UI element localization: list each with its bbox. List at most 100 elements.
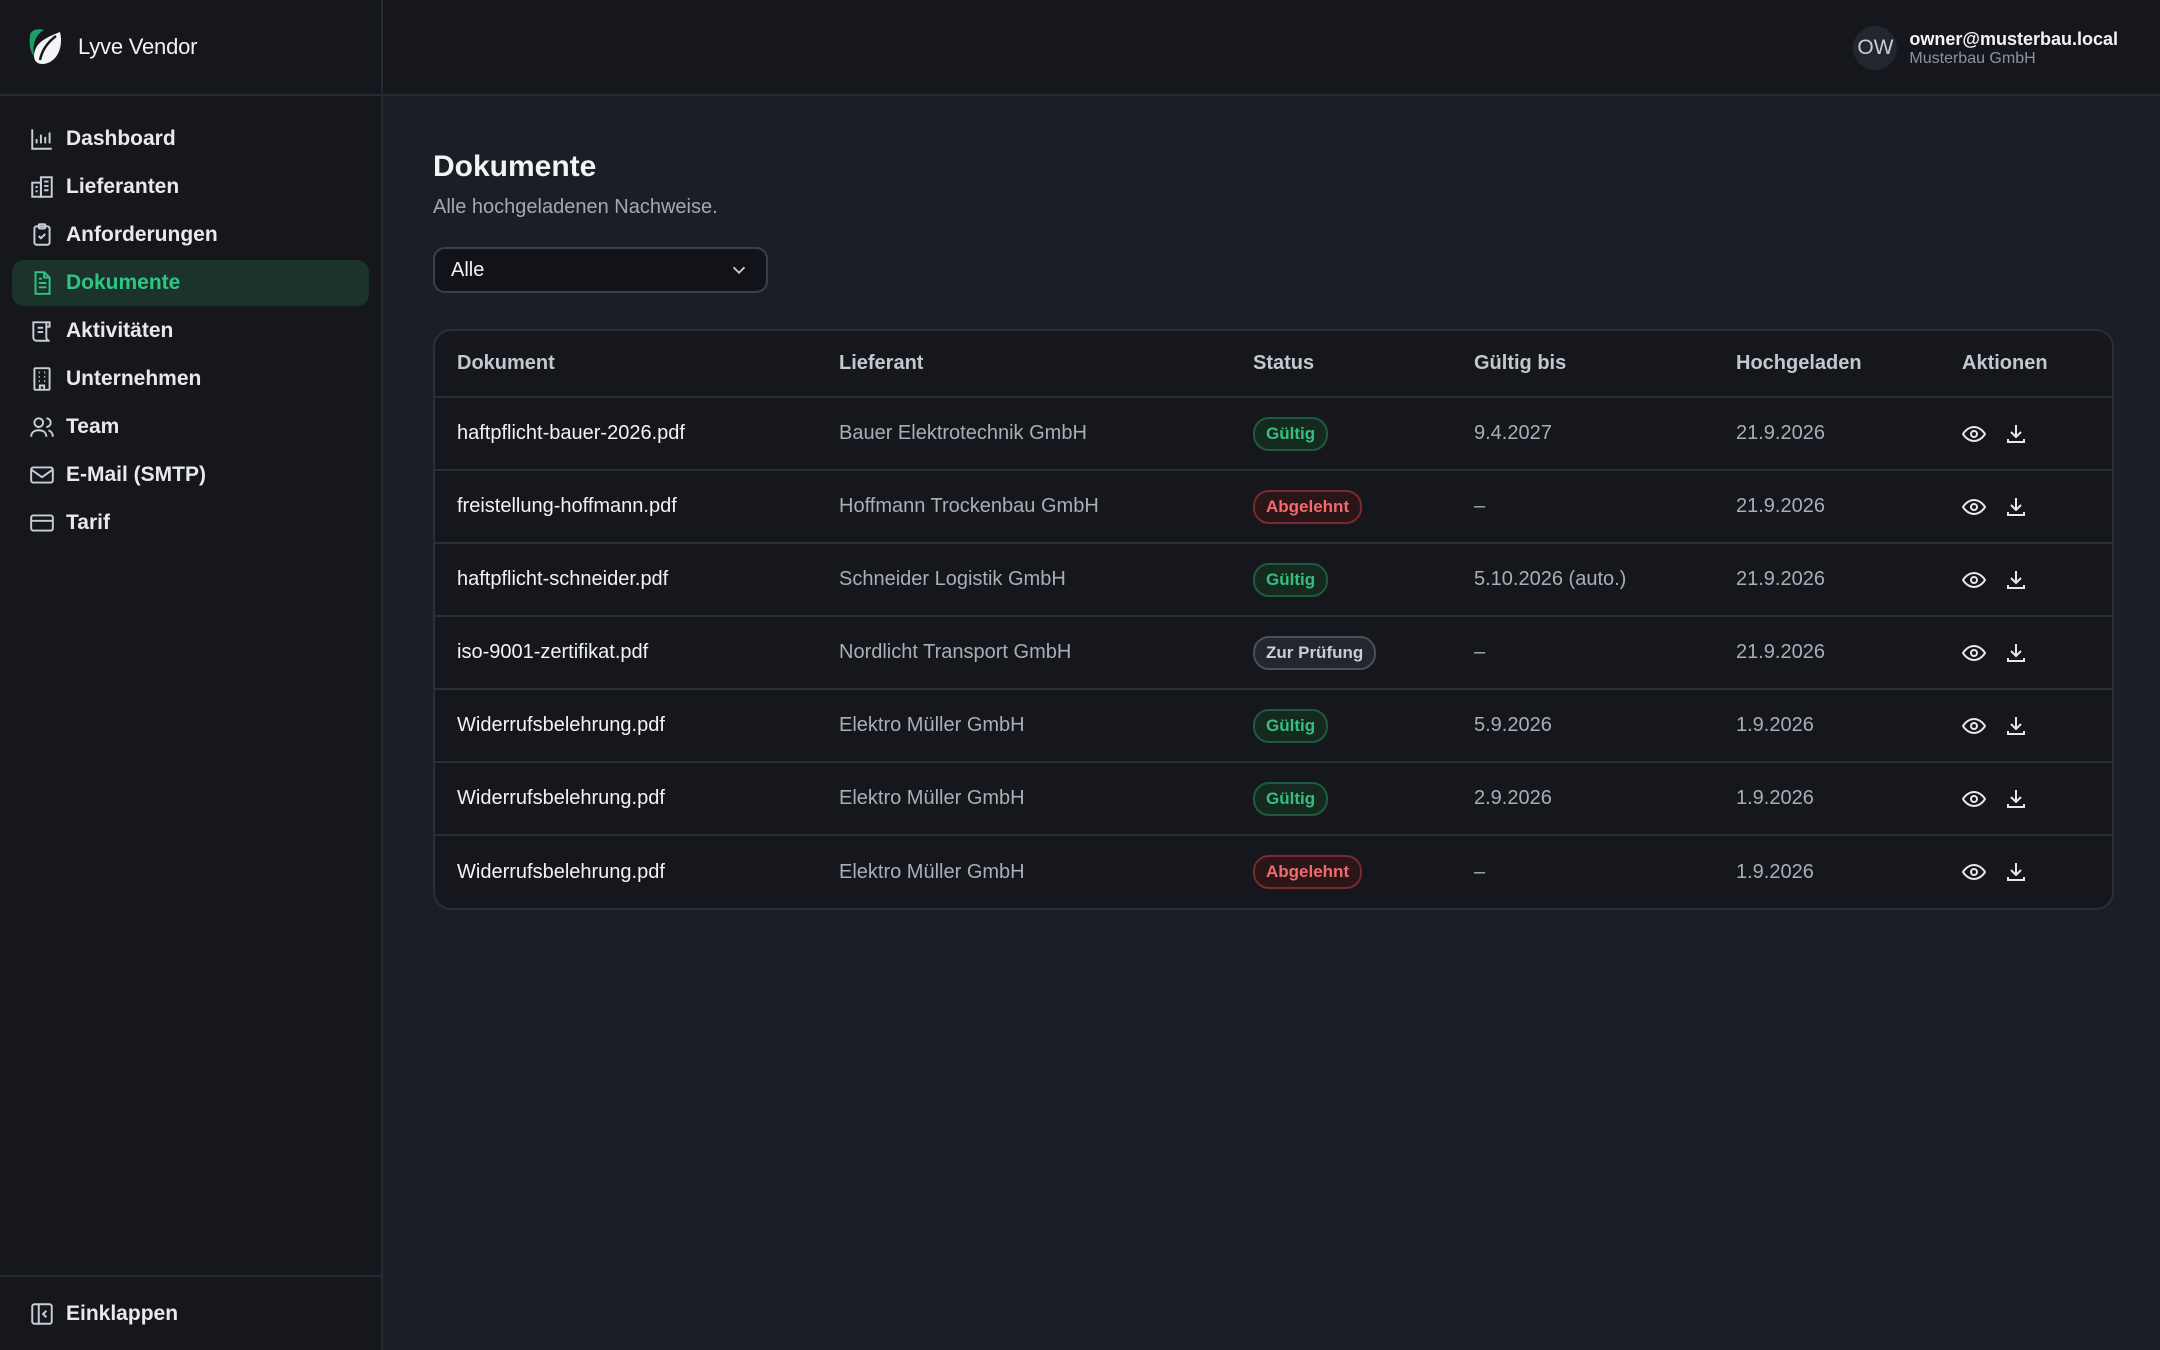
valid-until: –: [1452, 616, 1714, 690]
eye-icon[interactable]: [1962, 495, 1986, 519]
valid-until: –: [1452, 470, 1714, 544]
supplier-name: Elektro Müller GmbH: [839, 860, 1025, 883]
column-header: Hochgeladen: [1714, 331, 1940, 398]
supplier-name: Nordlicht Transport GmbH: [817, 616, 1231, 690]
document-name[interactable]: Widerrufsbelehrung.pdf: [435, 689, 817, 763]
table-row: Widerrufsbelehrung.pdf Elektro Müller Gm…: [435, 835, 2112, 908]
collapse-label: Einklappen: [66, 1301, 179, 1325]
table-row: Widerrufsbelehrung.pdf Elektro Müller Gm…: [435, 762, 2112, 836]
sidebar-item-label: Lieferanten: [66, 175, 180, 198]
uploaded-date: 21.9.2026: [1714, 397, 1940, 471]
actions-cell: [1940, 835, 2112, 908]
valid-until: 5.9.2026: [1452, 689, 1714, 763]
filter-selected-value: Alle: [451, 258, 485, 281]
status-badge: Gültig: [1253, 416, 1329, 451]
supplier-name: Hoffmann Trockenbau GmbH: [817, 470, 1231, 544]
download-icon[interactable]: [2004, 714, 2028, 738]
actions-cell: [1940, 397, 2112, 471]
document-name[interactable]: freistellung-hoffmann.pdf: [435, 470, 817, 544]
sidebar-item-label: E-Mail (SMTP): [66, 463, 206, 486]
document-name[interactable]: Widerrufsbelehrung.pdf: [435, 762, 817, 836]
uploaded-date: 21.9.2026: [1714, 470, 1940, 544]
table-row: iso-9001-zertifikat.pdf Nordlicht Transp…: [435, 616, 2112, 690]
sidebar-item-anforderungen[interactable]: Anforderungen: [12, 212, 369, 258]
sidebar-item-dokumente[interactable]: Dokumente: [12, 260, 369, 306]
status-badge: Gültig: [1253, 562, 1329, 597]
sidebar-item-label: Aktivitäten: [66, 319, 174, 342]
column-header: Aktionen: [1940, 331, 2112, 398]
sidebar-item-email-smtp[interactable]: E-Mail (SMTP): [12, 452, 369, 498]
document-name[interactable]: haftpflicht-bauer-2026.pdf: [435, 397, 817, 471]
sidebar-item-label: Anforderungen: [66, 223, 218, 246]
user-company: Musterbau GmbH: [1909, 50, 2036, 67]
user-email: owner@musterbau.local: [1909, 29, 2118, 49]
page-title: Dokumente: [433, 150, 597, 183]
sidebar: Lyve Vendor Dashboard Lieferanten Anford…: [0, 0, 383, 1350]
status-cell: Abgelehnt: [1231, 470, 1452, 544]
sidebar-collapse-icon: [28, 1300, 56, 1328]
app-root: Lyve Vendor Dashboard Lieferanten Anford…: [0, 0, 2160, 1350]
valid-until: 9.4.2027: [1452, 397, 1714, 471]
download-icon[interactable]: [2004, 641, 2028, 665]
table-row: freistellung-hoffmann.pdf Hoffmann Trock…: [435, 470, 2112, 544]
status-cell: Zur Prüfung: [1231, 616, 1452, 690]
sidebar-item-team[interactable]: Team: [12, 404, 369, 450]
document-name[interactable]: haftpflicht-schneider.pdf: [435, 543, 817, 617]
document-name[interactable]: Widerrufsbelehrung.pdf: [435, 835, 817, 908]
topbar: OW owner@musterbau.local Musterbau GmbH: [383, 0, 2160, 96]
eye-icon[interactable]: [1962, 860, 1986, 884]
column-header: Gültig bis: [1452, 331, 1714, 398]
main-content: Dokumente Alle hochgeladenen Nachweise. …: [433, 96, 2114, 910]
actions-cell: [1940, 470, 2112, 544]
office-building-icon: [28, 365, 56, 393]
download-icon[interactable]: [2004, 422, 2028, 446]
chevron-down-icon: [732, 266, 746, 275]
table-row: Widerrufsbelehrung.pdf Elektro Müller Gm…: [435, 689, 2112, 763]
user-menu[interactable]: OW owner@musterbau.local Musterbau GmbH: [1853, 26, 2118, 70]
sidebar-item-lieferanten[interactable]: Lieferanten: [12, 164, 369, 210]
user-info: owner@musterbau.local Musterbau GmbH: [1909, 28, 2118, 68]
status-badge: Abgelehnt: [1253, 489, 1363, 524]
status-cell: Gültig: [1231, 543, 1452, 617]
download-icon[interactable]: [2004, 787, 2028, 811]
download-icon[interactable]: [2004, 860, 2028, 884]
leaf-logo-icon: [29, 29, 62, 64]
valid-until: 5.10.2026 (auto.): [1452, 543, 1714, 617]
supplier-name: Bauer Elektrotechnik GmbH: [817, 397, 1231, 471]
building-icon: [28, 173, 56, 201]
status-cell: Gültig: [1231, 762, 1452, 836]
valid-until: 2.9.2026: [1452, 762, 1714, 836]
eye-icon[interactable]: [1962, 422, 1986, 446]
status-cell: Gültig: [1231, 397, 1452, 471]
sidebar-nav: Dashboard Lieferanten Anforderungen Doku…: [0, 96, 381, 546]
sidebar-item-label: Team: [66, 415, 120, 438]
sidebar-item-aktivitaeten[interactable]: Aktivitäten: [12, 308, 369, 354]
eye-icon[interactable]: [1962, 641, 1986, 665]
eye-icon[interactable]: [1962, 568, 1986, 592]
brand[interactable]: Lyve Vendor: [0, 0, 381, 96]
sidebar-item-label: Dokumente: [66, 271, 181, 294]
column-header: Dokument: [435, 331, 817, 398]
sidebar-item-label: Tarif: [66, 511, 110, 534]
supplier-name: Elektro Müller GmbH: [817, 689, 1231, 763]
sidebar-item-unternehmen[interactable]: Unternehmen: [12, 356, 369, 402]
status-filter-select[interactable]: Alle: [433, 247, 768, 293]
status-cell: Gültig: [1231, 689, 1452, 763]
brand-name: Lyve Vendor: [78, 34, 198, 59]
sidebar-item-tarif[interactable]: Tarif: [12, 500, 369, 546]
download-icon[interactable]: [2004, 495, 2028, 519]
document-name[interactable]: iso-9001-zertifikat.pdf: [435, 616, 817, 690]
chart-bar-icon: [28, 125, 56, 153]
collapse-sidebar-button[interactable]: Einklappen: [0, 1275, 381, 1350]
eye-icon[interactable]: [1962, 787, 1986, 811]
actions-cell: [1940, 616, 2112, 690]
uploaded-date: 1.9.2026: [1714, 689, 1940, 763]
sidebar-item-dashboard[interactable]: Dashboard: [12, 116, 369, 162]
supplier-name: Elektro Müller GmbH: [817, 762, 1231, 836]
column-header: Status: [1231, 331, 1452, 398]
download-icon[interactable]: [2004, 568, 2028, 592]
column-header: Lieferant: [817, 331, 1231, 398]
eye-icon[interactable]: [1962, 714, 1986, 738]
status-badge: Gültig: [1253, 781, 1329, 816]
sidebar-item-label: Unternehmen: [66, 367, 202, 390]
